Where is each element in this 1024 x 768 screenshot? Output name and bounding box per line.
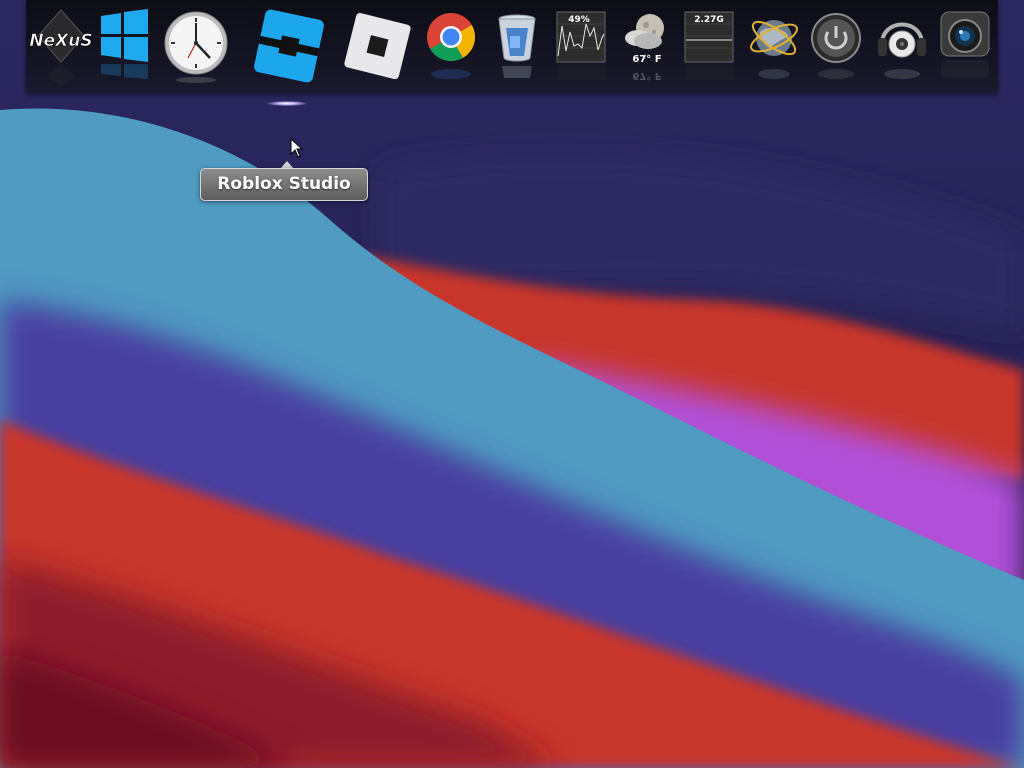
desktop-wallpaper: [0, 0, 1024, 768]
dock-item-roblox-studio[interactable]: [250, 4, 328, 84]
svg-text:2.27G: 2.27G: [694, 15, 724, 25]
svg-text:49%: 49%: [568, 15, 590, 25]
running-indicator: [267, 101, 307, 106]
dock-item-media-player[interactable]: [874, 6, 932, 86]
roblox-studio-icon: [254, 9, 324, 83]
dock-item-clock[interactable]: [164, 6, 228, 86]
dock-item-windows-start[interactable]: [96, 6, 154, 86]
nexus-logo-icon: NeXuS: [29, 9, 93, 86]
cpu-graph-icon: 49%: [556, 11, 606, 80]
weather-moon-cloud-icon: 67° F 67° F: [625, 14, 664, 81]
memory-graph-icon: 2.27G: [684, 11, 734, 80]
recycle-bin-icon: [498, 14, 536, 78]
svg-text:67° F: 67° F: [632, 70, 661, 81]
dock-bar: NeXuS 49% 67° F 67° F 2.27G: [26, 0, 998, 93]
power-icon: [811, 13, 861, 79]
dock-tooltip: Roblox Studio: [200, 168, 368, 201]
dock-item-weather[interactable]: 67° F 67° F: [618, 6, 676, 86]
analog-clock-icon: [164, 11, 228, 83]
dock-item-camera[interactable]: [938, 6, 996, 86]
mouse-pointer-icon: [290, 138, 304, 158]
dock-item-nexus[interactable]: NeXuS: [29, 6, 93, 86]
dock-item-roblox[interactable]: [344, 6, 411, 86]
dock-item-cpu-meter[interactable]: 49%: [554, 6, 612, 86]
dock-item-shutdown[interactable]: [810, 6, 868, 86]
svg-text:NeXuS: NeXuS: [29, 31, 92, 51]
svg-text:67° F: 67° F: [632, 54, 661, 65]
chrome-icon: [427, 13, 476, 79]
dock-item-chrome[interactable]: [424, 6, 482, 86]
roblox-icon: [344, 12, 411, 80]
dock-item-memory-meter[interactable]: 2.27G: [682, 6, 740, 86]
headphones-speaker-icon: [878, 22, 926, 79]
globe-icon: [750, 20, 798, 79]
dock-item-network[interactable]: [746, 6, 804, 86]
dock-item-recycle-bin[interactable]: [488, 6, 546, 86]
windows-logo-icon: [101, 9, 148, 79]
camera-lens-icon: [940, 11, 990, 78]
